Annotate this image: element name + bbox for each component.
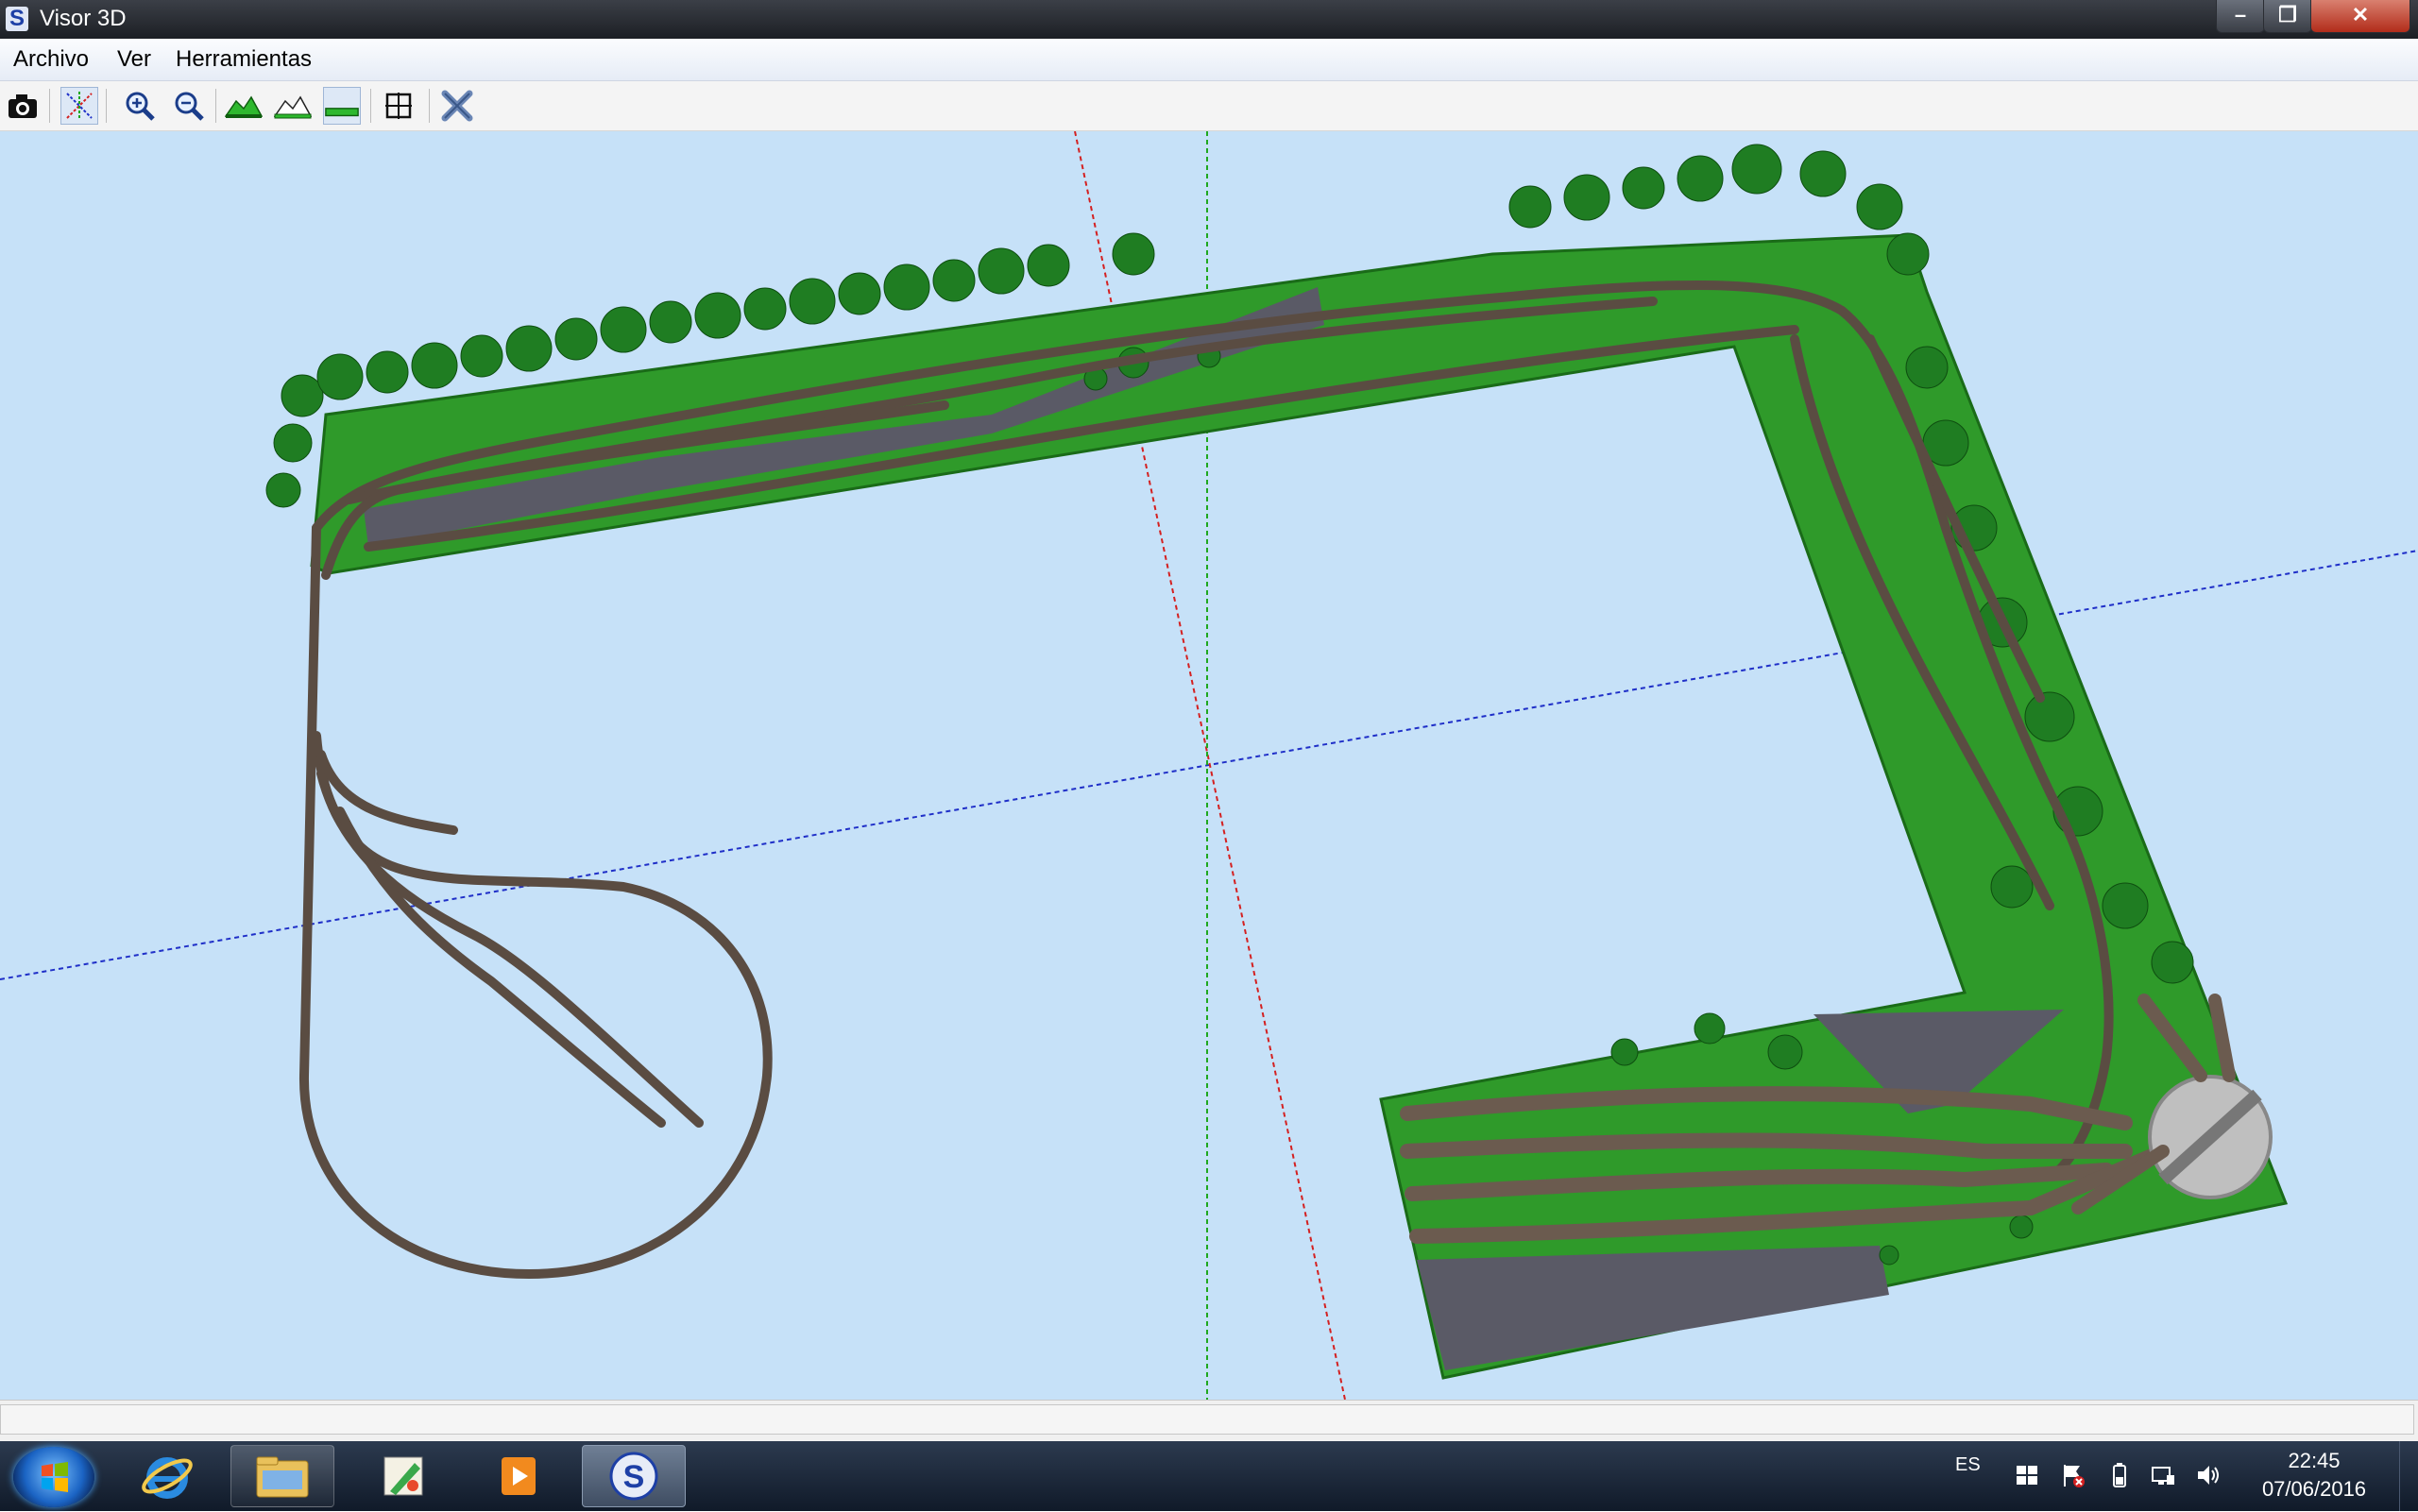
menu-bar: Archivo Ver Herramientas (0, 39, 2418, 81)
language-indicator[interactable]: ES (1955, 1454, 1981, 1476)
menu-ver[interactable]: Ver (117, 46, 151, 73)
terrain-outline-icon[interactable] (274, 87, 312, 125)
toolbar-separator (215, 89, 216, 123)
close-button[interactable]: ✕ (2310, 0, 2410, 33)
file-explorer-icon[interactable] (230, 1445, 334, 1507)
zoom-in-icon[interactable] (121, 87, 159, 125)
internet-explorer-icon[interactable] (115, 1445, 219, 1507)
start-button[interactable] (13, 1447, 94, 1507)
fit-view-icon[interactable] (380, 87, 417, 125)
action-center-icon[interactable] (2059, 1462, 2086, 1488)
menu-herramientas[interactable]: Herramientas (176, 46, 312, 73)
scene-canvas[interactable] (0, 131, 2418, 1400)
status-bar (0, 1400, 2418, 1442)
window-title: Visor 3D (40, 6, 127, 31)
toolbar-separator (49, 89, 50, 123)
application-window: S Visor 3D – ❐ ✕ Archivo Ver Herramienta… (0, 0, 2418, 1511)
road-bottom (1417, 1246, 1889, 1370)
track-left-descent (298, 523, 773, 1280)
windows-logo-icon (42, 1462, 68, 1492)
battery-icon[interactable] (2106, 1462, 2133, 1488)
toolbar-separator (370, 89, 371, 123)
visor-app-icon[interactable]: S (582, 1445, 686, 1507)
windows-tray-icon[interactable] (2014, 1462, 2040, 1488)
app-icon[interactable]: S (6, 7, 28, 31)
zoom-out-icon[interactable] (170, 87, 208, 125)
close-view-icon[interactable] (438, 87, 476, 125)
taskbar: S ES 22:45 07/06/2016 (0, 1441, 2418, 1511)
track-loop-inner (316, 769, 704, 1128)
3d-viewport[interactable] (0, 131, 2418, 1400)
volume-icon[interactable] (2195, 1462, 2222, 1488)
toolbar-separator (429, 89, 430, 123)
svg-text:S: S (623, 1459, 645, 1495)
minimize-button[interactable]: – (2216, 0, 2265, 33)
toolbar (0, 81, 2418, 131)
terrain-icon[interactable] (225, 87, 263, 125)
media-player-icon[interactable] (467, 1445, 570, 1507)
track-loop-inner-2 (335, 807, 666, 1128)
toolbar-separator (106, 89, 107, 123)
camera-icon[interactable] (4, 87, 42, 125)
flat-terrain-icon[interactable] (323, 87, 361, 125)
title-bar[interactable]: S Visor 3D – ❐ ✕ (0, 0, 2418, 39)
menu-archivo[interactable]: Archivo (13, 46, 89, 73)
network-icon[interactable] (2150, 1462, 2176, 1488)
clock-date[interactable]: 07/06/2016 (2248, 1477, 2380, 1502)
status-text (0, 1404, 2414, 1435)
paint-icon[interactable] (351, 1445, 455, 1507)
maximize-button[interactable]: ❐ (2263, 0, 2312, 33)
show-desktop-button[interactable] (2399, 1441, 2418, 1511)
axes-icon[interactable] (60, 87, 98, 125)
clock-time[interactable]: 22:45 (2267, 1449, 2361, 1473)
